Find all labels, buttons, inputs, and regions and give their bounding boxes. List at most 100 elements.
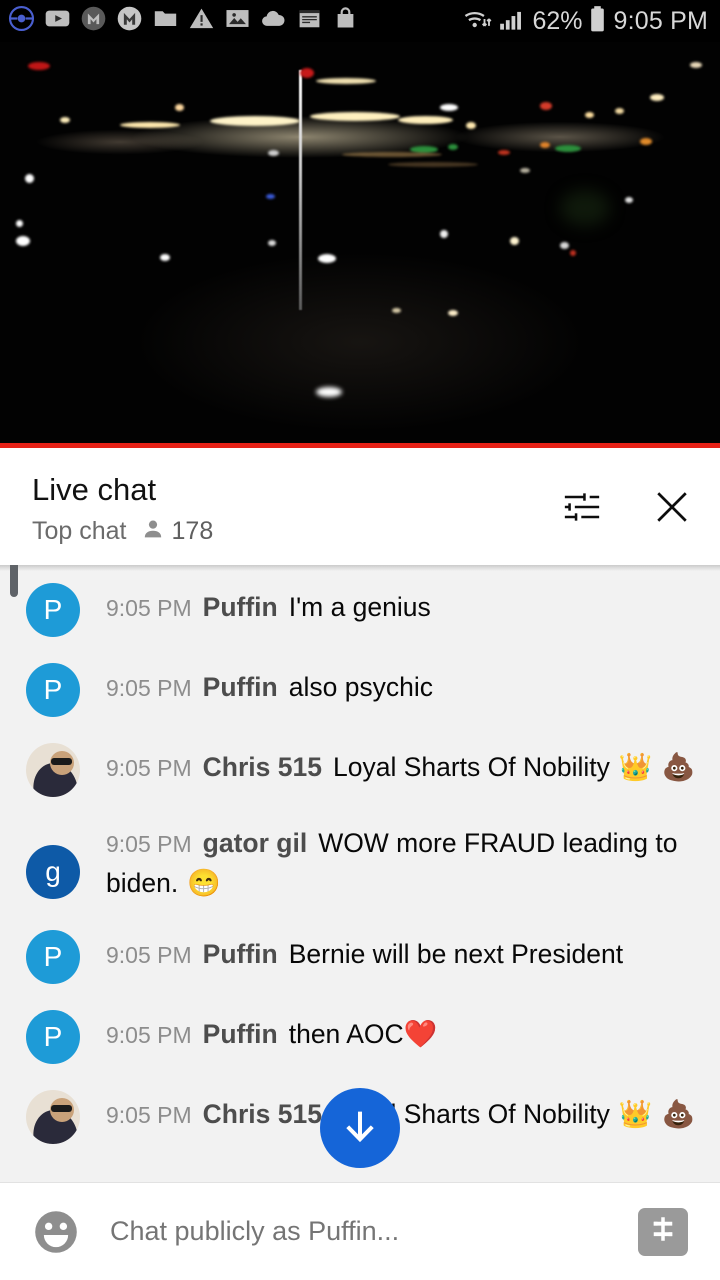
- avatar-initial: P: [43, 1021, 63, 1053]
- avatar-initial: g: [45, 856, 61, 887]
- list-item[interactable]: P 9:05 PM Puffin then AOC❤️: [0, 1010, 720, 1065]
- message-body: 9:05 PM Puffin Bernie will be next Preside…: [80, 930, 706, 974]
- viewer-count-group: 178: [141, 517, 214, 546]
- status-bar-notification-icons: [8, 5, 462, 37]
- message-author[interactable]: Chris 515: [203, 1099, 322, 1129]
- message-line: 9:05 PM Chris 515 Loyal Sharts Of Nobility…: [106, 1094, 706, 1135]
- list-item[interactable]: g 9:05 PM gator gil WOW more FRAUD leading…: [0, 823, 720, 904]
- message-timestamp: 9:05 PM: [106, 1022, 192, 1049]
- viewer-count: 178: [171, 517, 214, 546]
- super-chat-button[interactable]: [638, 1207, 688, 1256]
- poop-emoji: 💩: [661, 1099, 696, 1130]
- video-player[interactable]: [0, 42, 720, 448]
- avatar[interactable]: P: [26, 663, 80, 717]
- message-text: also psychic: [288, 672, 434, 702]
- photo-icon: [224, 5, 251, 37]
- folder-icon: [152, 5, 179, 37]
- grinning-emoji: 😁: [187, 868, 221, 899]
- status-bar-system-icons: 62% 9:05 PM: [462, 5, 708, 38]
- message-text: Loyal Sharts Of Nobility: [332, 752, 610, 782]
- m-filled-icon: [80, 5, 107, 37]
- message-line: 9:05 PM Puffin then AOC❤️: [106, 1014, 706, 1055]
- chat-settings-button[interactable]: [560, 487, 604, 531]
- poop-emoji: 💩: [661, 752, 696, 782]
- m-outline-icon: [116, 5, 143, 37]
- video-progress-track[interactable]: [0, 443, 720, 448]
- live-chat-titles: Live chat Top chat 178: [32, 472, 560, 547]
- message-timestamp: 9:05 PM: [106, 595, 192, 621]
- list-item[interactable]: P 9:05 PM Puffin I'm a genius: [0, 583, 720, 637]
- status-bar-clock: 9:05 PM: [613, 6, 708, 35]
- notepad-icon: [296, 5, 323, 37]
- message-body: 9:05 PM Puffin also psychic: [80, 663, 706, 707]
- message-line: 9:05 PM Puffin I'm a genius: [106, 587, 706, 627]
- message-author[interactable]: Puffin: [203, 672, 278, 702]
- message-line: 9:05 PM gator gil WOW more FRAUD leading t…: [52, 823, 706, 904]
- list-item[interactable]: P 9:05 PM Puffin also psychic: [0, 663, 720, 717]
- cellular-signal-icon: [499, 6, 525, 37]
- message-body: 9:05 PM Puffin then AOC❤️: [80, 1010, 706, 1055]
- avatar-initial: P: [43, 674, 63, 705]
- red-heart-emoji: ❤️: [403, 1019, 438, 1050]
- message-author[interactable]: Puffin: [203, 592, 278, 622]
- message-text: I'm a genius: [288, 592, 431, 622]
- emoji-smiley-icon: [30, 1210, 82, 1262]
- message-author[interactable]: Puffin: [203, 939, 278, 969]
- phone-screen: 62% 9:05 PM Live chat Top chat 178 P 9:0…: [0, 0, 720, 1280]
- live-chat-subheader: Top chat 178: [32, 517, 560, 546]
- message-body: 9:05 PM gator gil WOW more FRAUD leading t…: [26, 823, 706, 904]
- list-top-shadow: [0, 565, 720, 571]
- message-line: 9:05 PM Puffin Bernie will be next Preside…: [106, 934, 706, 974]
- scroll-to-bottom-button[interactable]: [320, 1088, 400, 1168]
- message-body: 9:05 PM Puffin I'm a genius: [80, 583, 706, 627]
- message-author[interactable]: Puffin: [203, 1019, 278, 1049]
- message-timestamp: 9:05 PM: [106, 942, 192, 969]
- avatar[interactable]: P: [26, 583, 80, 637]
- crown-emoji: 👑: [618, 752, 653, 782]
- shopping-bag-icon: [332, 5, 359, 37]
- message-text: then AOC: [288, 1019, 404, 1050]
- youtube-icon: [44, 5, 71, 37]
- pokeball-icon: [8, 5, 35, 37]
- message-timestamp: 9:05 PM: [106, 755, 192, 781]
- message-author[interactable]: Chris 515: [203, 752, 322, 782]
- warning-icon: [188, 5, 215, 37]
- avatar-initial: P: [43, 941, 63, 973]
- crown-emoji: 👑: [618, 1099, 653, 1130]
- message-text: Bernie will be next President: [288, 939, 624, 970]
- battery-percent-label: 62%: [532, 6, 583, 35]
- close-x-icon: [650, 485, 694, 534]
- status-bar: 62% 9:05 PM: [0, 0, 720, 42]
- avatar[interactable]: [26, 743, 80, 797]
- close-chat-button[interactable]: [650, 487, 694, 531]
- avatar-initial: P: [43, 594, 63, 625]
- arrow-down-icon: [337, 1103, 383, 1154]
- battery-icon: [589, 5, 606, 38]
- live-chat-header: Live chat Top chat 178: [0, 453, 720, 565]
- avatar[interactable]: P: [26, 930, 80, 985]
- message-author[interactable]: gator gil: [203, 828, 308, 858]
- message-timestamp: 9:05 PM: [106, 1102, 192, 1129]
- live-chat-title: Live chat: [32, 471, 157, 507]
- cloud-icon: [260, 5, 287, 37]
- message-body: 9:05 PM Chris 515 Loyal Sharts Of Nobility…: [80, 743, 706, 788]
- message-line: 9:05 PM Puffin also psychic: [106, 667, 706, 707]
- person-icon: [141, 517, 165, 546]
- dollar-money-icon: [648, 1214, 678, 1249]
- tune-sliders-icon: [561, 486, 603, 533]
- emoji-picker-button[interactable]: [30, 1206, 82, 1258]
- message-timestamp: 9:05 PM: [106, 675, 192, 701]
- video-progress-fill: [0, 443, 720, 448]
- avatar[interactable]: g: [26, 845, 80, 899]
- video-frame-night-cityscape: [0, 42, 720, 448]
- avatar[interactable]: [26, 1090, 80, 1145]
- message-line: 9:05 PM Chris 515 Loyal Sharts Of Nobility…: [106, 747, 706, 788]
- list-item[interactable]: P 9:05 PM Puffin Bernie will be next Presi…: [0, 930, 720, 985]
- tower-light: [299, 70, 302, 310]
- live-chat-actions: [560, 487, 694, 531]
- chat-input[interactable]: [82, 1216, 638, 1247]
- list-item[interactable]: 9:05 PM Chris 515 Loyal Sharts Of Nobility…: [0, 743, 720, 797]
- chat-scrollbar[interactable]: [10, 565, 18, 597]
- avatar[interactable]: P: [26, 1010, 80, 1065]
- top-chat-selector[interactable]: Top chat: [32, 517, 127, 546]
